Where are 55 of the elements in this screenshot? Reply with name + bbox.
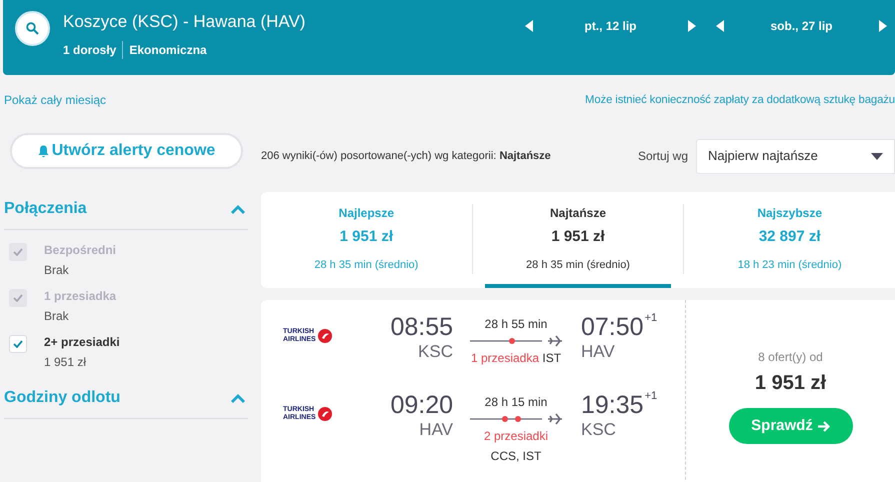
sort-tab[interactable]: Najtańsze 1 951 zł 28 h 35 min (średnio) xyxy=(472,192,684,288)
sort-tab[interactable]: Najlepsze 1 951 zł 28 h 35 min (średnio) xyxy=(261,192,472,288)
arrival-time: 19:35 xyxy=(581,390,644,420)
search-button[interactable] xyxy=(15,11,50,46)
filter-option-price: Brak xyxy=(44,262,70,278)
offers-count: 8 ofert(y) od xyxy=(758,349,823,366)
chevron-up-icon[interactable] xyxy=(230,393,246,403)
check-icon xyxy=(13,340,23,348)
stopover-count: 2 przesiadki xyxy=(484,428,548,444)
day-offset: +1 xyxy=(644,390,658,402)
airport-code: KSC xyxy=(581,420,616,440)
show-month-link[interactable]: Pokaż cały miesiąc xyxy=(4,91,106,109)
results-summary: 206 wyniki(-ów) posortowane(-ych) wg kategorii: Najtańsze xyxy=(261,148,551,164)
checkbox[interactable] xyxy=(9,335,27,353)
next-icon[interactable] xyxy=(688,20,696,32)
passenger-count[interactable]: 1 dorosły xyxy=(63,41,124,59)
price-alert-button[interactable]: Utwórz alerty cenowe xyxy=(10,133,243,169)
baggage-notice-link[interactable]: Może istnieć konieczność zapłaty za dodatkową sztukę bagażu xyxy=(585,92,895,108)
sort-tab[interactable]: Najszybsze 32 897 zł 18 h 23 min (średnio) xyxy=(684,192,895,288)
sort-dropdown[interactable]: Najpierw najtańsze xyxy=(696,138,895,174)
flight-price: 1 951 zł xyxy=(754,371,826,396)
flight-duration: 28 h 55 min xyxy=(484,316,548,332)
date-selector[interactable]: sob., 27 lip xyxy=(724,17,879,35)
previous-icon[interactable] xyxy=(716,20,724,32)
filter-option-price: Brak xyxy=(44,308,70,324)
arrow-right-icon xyxy=(818,420,830,432)
caret-down-icon xyxy=(871,152,883,160)
filter-option-label: Bezpośredni xyxy=(44,242,116,258)
flight-duration: 28 h 15 min xyxy=(484,394,548,410)
chevron-up-icon[interactable] xyxy=(230,204,246,214)
bell-icon xyxy=(38,144,49,158)
date-selector[interactable]: pt., 12 lip xyxy=(533,17,688,35)
filter-section-title[interactable]: Godziny odlotu xyxy=(4,386,120,410)
airport-code: HAV xyxy=(419,420,453,440)
check-button[interactable]: Sprawdź xyxy=(728,408,852,444)
check-icon xyxy=(13,294,23,302)
departure-time: 08:55 xyxy=(390,312,453,342)
filter-section-title[interactable]: Połączenia xyxy=(4,197,87,221)
day-offset: +1 xyxy=(644,312,658,324)
check-icon xyxy=(13,248,23,256)
next-icon[interactable] xyxy=(879,20,887,32)
filter-option-label: 1 przesiadka xyxy=(44,288,116,304)
filter-option-price: 1 951 zł xyxy=(44,354,88,370)
cabin-class[interactable]: Ekonomiczna xyxy=(123,41,207,59)
stopover-airports: CCS, IST xyxy=(490,448,542,464)
arrival-time: 07:50 xyxy=(581,312,644,342)
sort-label: Sortuj wg xyxy=(638,148,688,165)
filter-option-label: 2+ przesiadki xyxy=(44,334,120,350)
departure-time: 09:20 xyxy=(390,390,453,420)
airport-code: KSC xyxy=(418,342,453,362)
route-title: Koszyce (KSC) - Hawana (HAV) xyxy=(63,11,306,33)
search-icon xyxy=(26,22,39,35)
airport-code: HAV xyxy=(581,342,615,362)
previous-icon[interactable] xyxy=(525,20,533,32)
stopover-text: 1 przesiadka IST xyxy=(470,350,562,366)
